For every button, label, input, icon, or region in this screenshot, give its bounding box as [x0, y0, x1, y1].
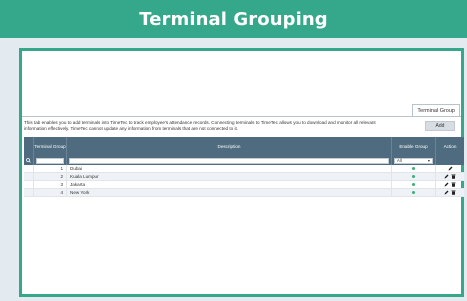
cell-description: Jakarta — [67, 181, 392, 188]
cell-description: Dubai — [67, 165, 392, 172]
edit-icon[interactable] — [448, 166, 453, 172]
enable-filter-value: All — [397, 158, 402, 163]
cell-terminal-group: 2 — [34, 173, 67, 180]
cell-terminal-group: 1 — [34, 165, 67, 172]
cell-enable-group — [392, 181, 436, 188]
group-filter-input[interactable] — [36, 157, 64, 164]
table-row[interactable]: 3 Jakarta — [24, 181, 464, 189]
cell-enable-group — [392, 165, 436, 172]
row-select-cell[interactable] — [24, 181, 34, 188]
banner-title: Terminal Grouping — [139, 8, 328, 30]
tab-divider — [22, 116, 461, 117]
table-row[interactable]: 4 New York — [24, 189, 464, 197]
trash-icon[interactable] — [451, 174, 456, 180]
cell-action — [436, 189, 464, 196]
edit-icon[interactable] — [444, 190, 449, 196]
edit-icon[interactable] — [444, 182, 449, 188]
chevron-down-icon: ▾ — [427, 158, 430, 163]
table-header-row: Terminal Group Description Enable Group … — [24, 137, 464, 156]
trash-icon[interactable] — [451, 190, 456, 196]
row-select-cell[interactable] — [24, 173, 34, 180]
terminal-group-table: Terminal Group Description Enable Group … — [24, 137, 464, 197]
trash-icon[interactable] — [451, 182, 456, 188]
description-filter-input[interactable] — [69, 157, 389, 164]
table-row[interactable]: 1 Dubai — [24, 165, 464, 173]
column-header-description[interactable]: Description — [67, 137, 392, 156]
table-filter-row: All ▾ — [24, 156, 464, 165]
cell-description: Kuala Lumpur — [67, 173, 392, 180]
select-column-header — [24, 137, 34, 156]
row-select-cell[interactable] — [24, 189, 34, 196]
page-background: Terminal Group This tab enables you to a… — [0, 38, 467, 301]
cell-enable-group — [392, 189, 436, 196]
enable-filter-select[interactable]: All ▾ — [394, 157, 433, 164]
table-row[interactable]: 2 Kuala Lumpur — [24, 173, 464, 181]
cell-description: New York — [67, 189, 392, 196]
add-button[interactable]: Add — [425, 121, 455, 131]
search-icon — [24, 156, 34, 165]
page-banner: Terminal Grouping — [0, 0, 467, 38]
cell-enable-group — [392, 173, 436, 180]
screenshot-frame: Terminal Group This tab enables you to a… — [19, 48, 464, 297]
enabled-status-dot — [412, 175, 415, 178]
row-select-cell[interactable] — [24, 165, 34, 172]
cell-action — [436, 165, 464, 172]
edit-icon[interactable] — [444, 174, 449, 180]
action-filter-cell — [436, 156, 464, 165]
column-header-enable-group[interactable]: Enable Group — [392, 137, 436, 156]
cell-action — [436, 173, 464, 180]
column-header-terminal-group[interactable]: Terminal Group — [34, 137, 67, 156]
intro-text: This tab enables you to add terminals in… — [24, 120, 376, 131]
enabled-status-dot — [412, 191, 415, 194]
column-header-action: Action — [443, 144, 457, 149]
enabled-status-dot — [412, 183, 415, 186]
cell-action — [436, 181, 464, 188]
cell-terminal-group: 4 — [34, 189, 67, 196]
cell-terminal-group: 3 — [34, 181, 67, 188]
enabled-status-dot — [412, 167, 415, 170]
tab-terminal-group[interactable]: Terminal Group — [412, 104, 460, 116]
